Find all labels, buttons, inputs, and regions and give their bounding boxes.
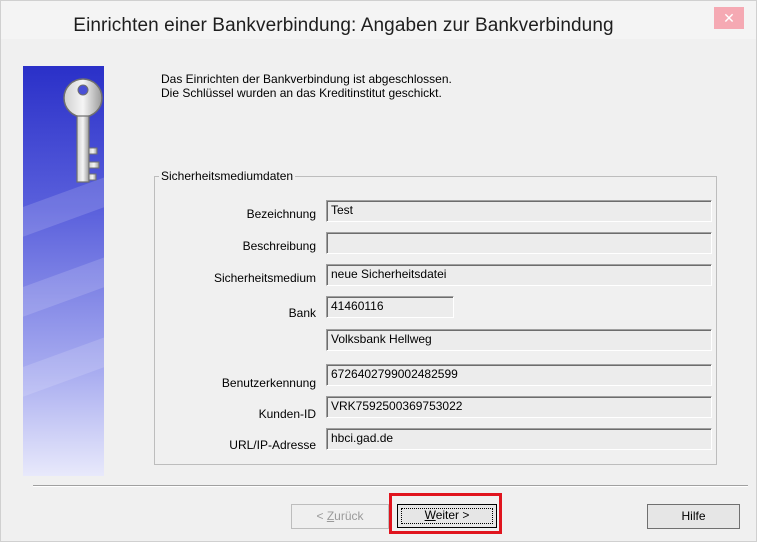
message-line-2: Die Schlüssel wurden an das Kreditinstit… [161,86,442,100]
field-bank: 41460116 [326,296,454,318]
field-benutzerkennung: 6726402799002482599 [326,364,712,386]
label-bezeichnung: Bezeichnung [246,207,316,221]
label-url: URL/IP-Adresse [229,438,316,452]
back-button[interactable]: < Zurück [291,504,389,529]
field-kunden-id: VRK7592500369753022 [326,396,712,418]
help-button[interactable]: Hilfe [647,504,740,529]
button-separator [33,485,748,487]
back-rest: urück [334,509,364,523]
field-bankname: Volksbank Hellweg [326,329,712,351]
field-bezeichnung: Test [326,200,712,222]
window-title: Einrichten einer Bankverbindung: Angaben… [73,15,614,36]
title-bar[interactable]: Einrichten einer Bankverbindung: Angaben… [1,1,756,39]
side-banner [23,66,104,476]
label-benutzerkennung: Benutzerkennung [221,376,316,390]
message-line-1: Das Einrichten der Bankverbindung ist ab… [161,72,452,86]
completion-message: Das Einrichten der Bankverbindung ist ab… [161,72,452,100]
field-beschreibung [326,232,712,254]
field-sicherheitsmedium: neue Sicherheitsdatei [326,264,712,286]
back-prefix: < [316,509,327,523]
dialog-window: Einrichten einer Bankverbindung: Angaben… [0,0,757,542]
highlight-box [389,493,502,534]
label-beschreibung: Beschreibung [242,239,316,253]
group-legend: Sicherheitsmediumdaten [159,169,296,183]
key-icon [63,78,103,183]
close-button[interactable]: ✕ [714,7,744,29]
close-icon: ✕ [723,10,735,26]
label-sicherheitsmedium: Sicherheitsmedium [213,271,316,285]
field-url: hbci.gad.de [326,428,712,450]
label-bank: Bank [288,306,316,320]
label-kunden-id: Kunden-ID [258,407,316,421]
